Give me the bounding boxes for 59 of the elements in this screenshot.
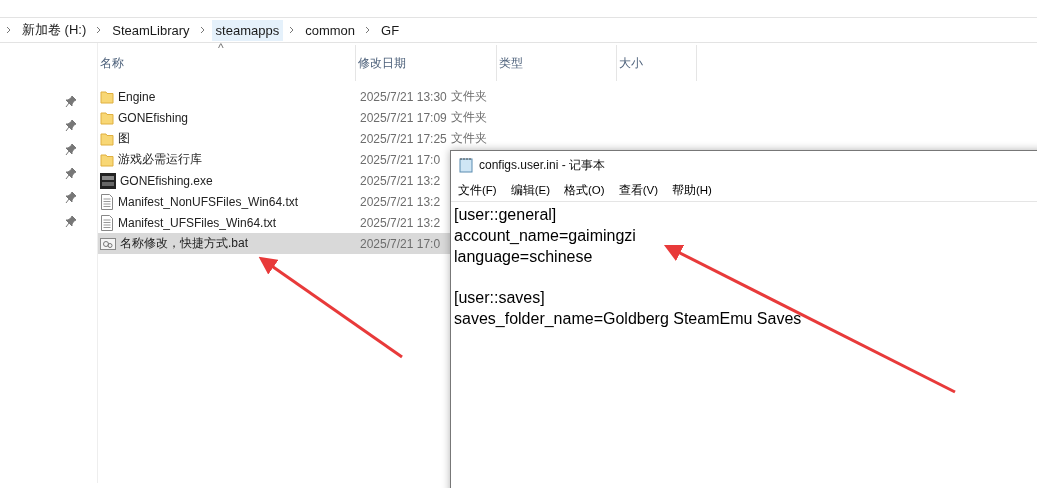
pin-icon[interactable] bbox=[65, 95, 77, 109]
file-date: 2025/7/21 13:2 bbox=[359, 173, 441, 188]
menu-item[interactable]: 文件(F) bbox=[458, 182, 497, 198]
file-name: Engine bbox=[118, 89, 156, 104]
breadcrumb-item[interactable]: SteamLibrary bbox=[108, 19, 194, 41]
file-name: 图 bbox=[118, 130, 130, 147]
file-name: GONEfishing.exe bbox=[120, 173, 213, 188]
pin-icon[interactable] bbox=[65, 167, 77, 181]
column-header[interactable]: 大小 bbox=[617, 45, 697, 81]
chevron-icon bbox=[365, 26, 372, 34]
file-date: 2025/7/21 17:0 bbox=[359, 152, 441, 167]
folder-icon bbox=[100, 110, 114, 125]
file-name: 游戏必需运行库 bbox=[118, 151, 202, 168]
file-date: 2025/7/21 13:2 bbox=[359, 194, 441, 209]
menu-item[interactable]: 格式(O) bbox=[564, 182, 605, 198]
file-row[interactable]: 图 2025/7/21 17:25 文件夹 bbox=[98, 128, 567, 149]
folder-icon bbox=[100, 131, 114, 146]
file-date: 2025/7/21 13:2 bbox=[359, 215, 441, 230]
gears-file-icon bbox=[100, 236, 116, 251]
chevron-icon bbox=[289, 26, 296, 34]
pin-icon[interactable] bbox=[65, 191, 77, 205]
file-date: 2025/7/21 17:25 bbox=[359, 131, 447, 146]
breadcrumb-item[interactable]: common bbox=[301, 19, 360, 41]
window-title: configs.user.ini - 记事本 bbox=[479, 156, 606, 174]
file-type: 文件夹 bbox=[449, 88, 488, 105]
text-line: [user::general] bbox=[454, 205, 558, 225]
breadcrumb-item[interactable]: GF bbox=[377, 19, 404, 41]
file-name: Manifest_NonUFSFiles_Win64.txt bbox=[118, 194, 299, 209]
notepad-icon bbox=[459, 157, 473, 173]
text-file-icon bbox=[100, 193, 114, 210]
text-file-icon bbox=[100, 214, 114, 231]
file-name: GONEfishing bbox=[118, 110, 189, 125]
file-type: 文件夹 bbox=[449, 109, 488, 126]
breadcrumb-item[interactable]: steamapps bbox=[211, 19, 284, 41]
text-line: saves_folder_name=Goldberg SteamEmu Saves bbox=[454, 309, 803, 329]
file-date: 2025/7/21 17:0 bbox=[359, 236, 441, 251]
file-type: 文件夹 bbox=[449, 130, 488, 147]
breadcrumb-item[interactable]: 新加卷 (H:) bbox=[18, 18, 91, 42]
app-thumbnail-icon bbox=[100, 172, 116, 189]
file-row[interactable]: GONEfishing 2025/7/21 17:09 文件夹 bbox=[98, 107, 567, 128]
file-name: 名称修改，快捷方式.bat bbox=[120, 235, 248, 252]
pin-icon[interactable] bbox=[65, 143, 77, 157]
text-line: [user::saves] bbox=[454, 288, 546, 309]
file-name: Manifest_UFSFiles_Win64.txt bbox=[118, 215, 277, 230]
menu-item[interactable]: 编辑(E) bbox=[510, 182, 551, 198]
column-header[interactable]: 类型 bbox=[497, 45, 617, 81]
file-row[interactable]: Engine 2025/7/21 13:30 文件夹 bbox=[98, 86, 567, 107]
pin-icon[interactable] bbox=[65, 119, 77, 133]
file-date: 2025/7/21 13:30 bbox=[359, 89, 447, 104]
chevron-icon bbox=[96, 26, 103, 34]
folder-icon bbox=[100, 152, 114, 167]
menu-item[interactable]: 帮助(H) bbox=[672, 182, 712, 198]
menu-item[interactable]: 查看(V) bbox=[618, 182, 658, 198]
column-header[interactable]: 修改日期 bbox=[356, 45, 497, 81]
chevron-icon bbox=[199, 26, 206, 34]
file-date: 2025/7/21 17:09 bbox=[359, 110, 447, 125]
pin-icon[interactable] bbox=[65, 215, 77, 229]
folder-icon bbox=[100, 89, 114, 104]
chevron-icon bbox=[6, 26, 12, 34]
